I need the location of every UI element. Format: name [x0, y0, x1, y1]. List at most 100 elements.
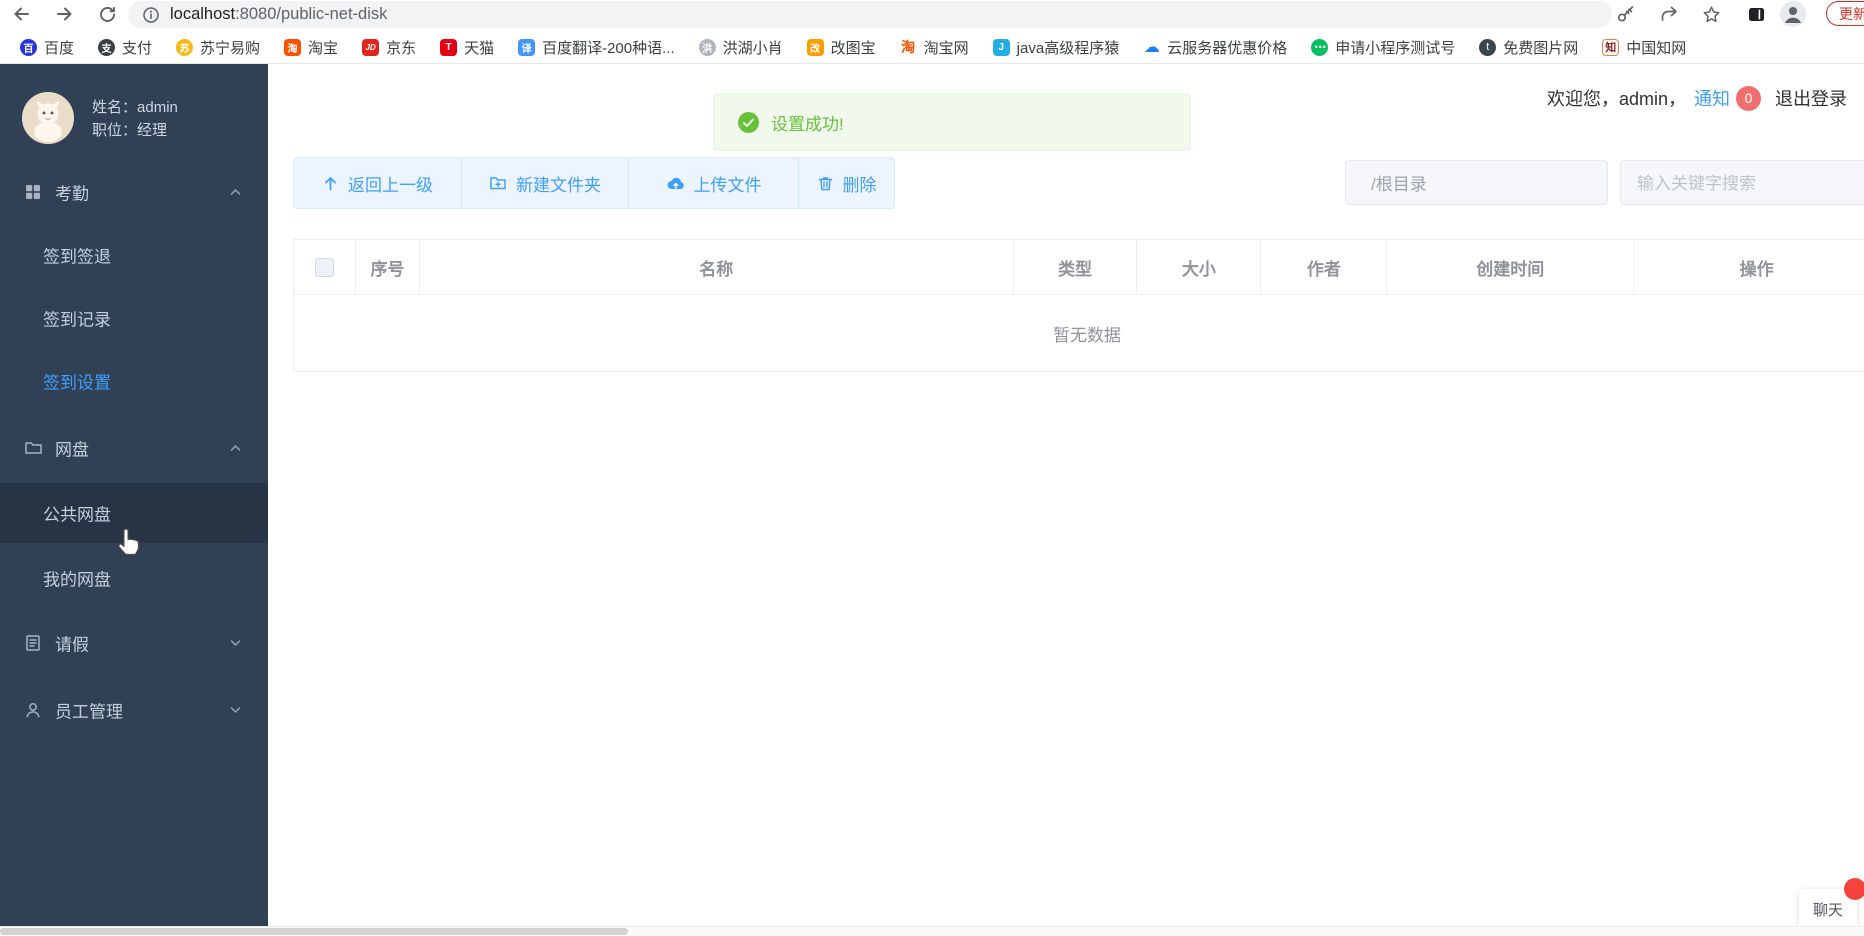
bookmark-free-images[interactable]: t 免费图片网	[1467, 37, 1590, 58]
success-toast: 设置成功!	[713, 93, 1191, 151]
share-icon	[1661, 6, 1677, 21]
sidebar-item-checkin-checkout[interactable]: 签到签退	[0, 227, 268, 283]
back-button[interactable]	[6, 0, 36, 28]
user-avatar[interactable]	[22, 92, 74, 144]
cnki-icon: 知	[1602, 38, 1620, 56]
sidebar-item-my-netdisk[interactable]: 我的网盘	[0, 550, 268, 606]
bookmark-taobao[interactable]: 淘淘宝	[272, 37, 350, 58]
folder-icon	[24, 439, 43, 458]
forward-icon	[57, 7, 72, 21]
sidebar-item-public-netdisk[interactable]: 公共网盘	[0, 483, 268, 543]
current-path-box: /根目录	[1345, 160, 1608, 205]
key-icon	[1617, 6, 1634, 22]
back-icon	[14, 7, 29, 21]
arrow-up-icon	[325, 176, 336, 190]
sidebar-item-checkin-settings[interactable]: 签到设置	[0, 353, 268, 409]
t-circle-icon: t	[1479, 38, 1497, 56]
upload-file-button[interactable]: 上传文件	[629, 158, 799, 208]
bookmark-taobao-web[interactable]: 淘淘宝网	[888, 37, 981, 58]
chrome-update-button[interactable]: 更新	[1826, 1, 1864, 26]
sidebar-item-attendance[interactable]: 考勤	[0, 164, 268, 220]
empty-text: 暂无数据	[1053, 325, 1121, 345]
notice-link[interactable]: 通知	[1694, 85, 1730, 111]
bookmark-tmall[interactable]: T 天猫	[428, 37, 506, 58]
user-icon	[24, 701, 42, 719]
logout-link[interactable]: 退出登录	[1775, 85, 1847, 111]
url-text: localhost:8080/public-net-disk	[170, 5, 388, 23]
bookmark-suning[interactable]: 苏苏宁易购	[164, 37, 272, 58]
chevron-up-icon	[229, 442, 242, 455]
reload-icon	[99, 6, 115, 22]
select-all-checkbox[interactable]	[314, 257, 334, 277]
user-name-line: 姓名：admin	[92, 99, 178, 116]
document-icon	[24, 634, 42, 652]
column-header-index: 序号	[355, 240, 420, 295]
table-empty-row: 暂无数据	[293, 295, 1864, 372]
side-panel-icon	[1748, 7, 1764, 21]
column-header-actions: 操作	[1634, 240, 1864, 295]
java-robot-icon: J	[992, 38, 1010, 56]
welcome-text: 欢迎您，admin，	[1547, 89, 1687, 109]
bookmark-gaitubao[interactable]: 改改图宝	[795, 37, 888, 58]
sidebar: 姓名：admin 职位：经理 考勤 签到签退 签到记录 签到设置 网盘 公共网盘…	[0, 63, 268, 936]
search-box	[1620, 160, 1864, 206]
site-info-icon	[143, 6, 159, 23]
chevron-down-icon	[229, 637, 242, 650]
pay-globe-icon: 支	[98, 38, 116, 56]
taobao-icon: 淘	[284, 38, 302, 56]
success-check-icon	[738, 111, 759, 133]
file-table: 序号 名称 类型 大小 作者 创建时间 操作 暂无数据	[293, 239, 1864, 372]
bookmark-cloud-server[interactable]: ☁ 云服务器优惠价格	[1131, 37, 1299, 58]
suning-lion-icon: 苏	[176, 38, 194, 56]
search-input[interactable]	[1621, 161, 1864, 206]
taobao-text-icon: 淘	[899, 38, 917, 56]
user-title-line: 职位：经理	[92, 122, 168, 139]
bookmarks-bar: 百百度 支支付 苏苏宁易购 淘淘宝 JD 京东 T 天猫 译百度翻译-200种语..…	[0, 31, 1864, 63]
column-header-author: 作者	[1261, 240, 1388, 295]
bookmark-baidu-translate[interactable]: 译百度翻译-200种语...	[506, 37, 687, 58]
jd-icon: JD	[362, 38, 380, 56]
file-toolbar: 返回上一级 新建文件夹 上传文件 删除	[293, 157, 895, 209]
wechat-icon: ⋯	[1311, 38, 1329, 56]
grid-icon	[24, 183, 42, 201]
header-user-area: 欢迎您，admin， 通知 0 退出登录	[1547, 85, 1847, 111]
sidebar-item-netdisk[interactable]: 网盘	[0, 420, 268, 476]
horizontal-scrollbar-thumb[interactable]	[0, 928, 628, 935]
sidebar-item-employee-management[interactable]: 员工管理	[0, 682, 268, 738]
bookmark-pay[interactable]: 支支付	[86, 37, 164, 58]
owl-icon: 洪	[698, 38, 716, 56]
sidebar-item-checkin-records[interactable]: 签到记录	[0, 290, 268, 346]
new-folder-button[interactable]: 新建文件夹	[462, 158, 629, 208]
reload-button[interactable]	[92, 0, 122, 28]
bookmark-jd[interactable]: JD 京东	[350, 37, 428, 58]
horizontal-scrollbar-track	[0, 926, 1864, 936]
browser-chrome: localhost:8080/public-net-disk 更新 百百度 支支…	[0, 0, 1864, 64]
baidu-translate-icon: 译	[518, 38, 536, 56]
forward-button[interactable]	[50, 0, 80, 28]
bookmark-cnki[interactable]: 知中国知网	[1590, 37, 1698, 58]
table-header-row: 序号 名称 类型 大小 作者 创建时间 操作	[293, 239, 1864, 295]
bookmark-java[interactable]: Jjava高级程序猿	[981, 37, 1132, 58]
cloud-icon: ☁	[1143, 39, 1160, 56]
side-panel-button[interactable]	[1743, 2, 1769, 26]
share-button[interactable]	[1656, 2, 1682, 26]
column-header-created: 创建时间	[1387, 240, 1635, 295]
bookmark-wechat-miniprogram[interactable]: ⋯ 申请小程序测试号	[1299, 37, 1467, 58]
back-to-parent-button[interactable]: 返回上一级	[294, 158, 462, 208]
baidu-paw-icon: 百	[20, 38, 37, 56]
chevron-down-icon	[229, 704, 242, 717]
sidebar-item-leave[interactable]: 请假	[0, 615, 268, 671]
tmall-icon: T	[440, 38, 458, 56]
notice-count-badge: 0	[1736, 85, 1762, 111]
delete-button[interactable]: 删除	[799, 158, 894, 208]
address-bar[interactable]: localhost:8080/public-net-disk	[128, 1, 1612, 28]
profile-button[interactable]	[1780, 1, 1806, 27]
cloud-upload-icon	[667, 177, 684, 189]
browser-window: localhost:8080/public-net-disk 更新 百百度 支支…	[0, 0, 1864, 936]
trash-icon	[818, 176, 832, 190]
bookmark-honghu[interactable]: 洪洪湖小肖	[687, 37, 795, 58]
bookmark-star-button[interactable]	[1698, 2, 1724, 26]
select-all-cell	[294, 240, 356, 295]
password-key-button[interactable]	[1613, 2, 1639, 26]
bookmark-baidu[interactable]: 百百度	[8, 37, 86, 58]
